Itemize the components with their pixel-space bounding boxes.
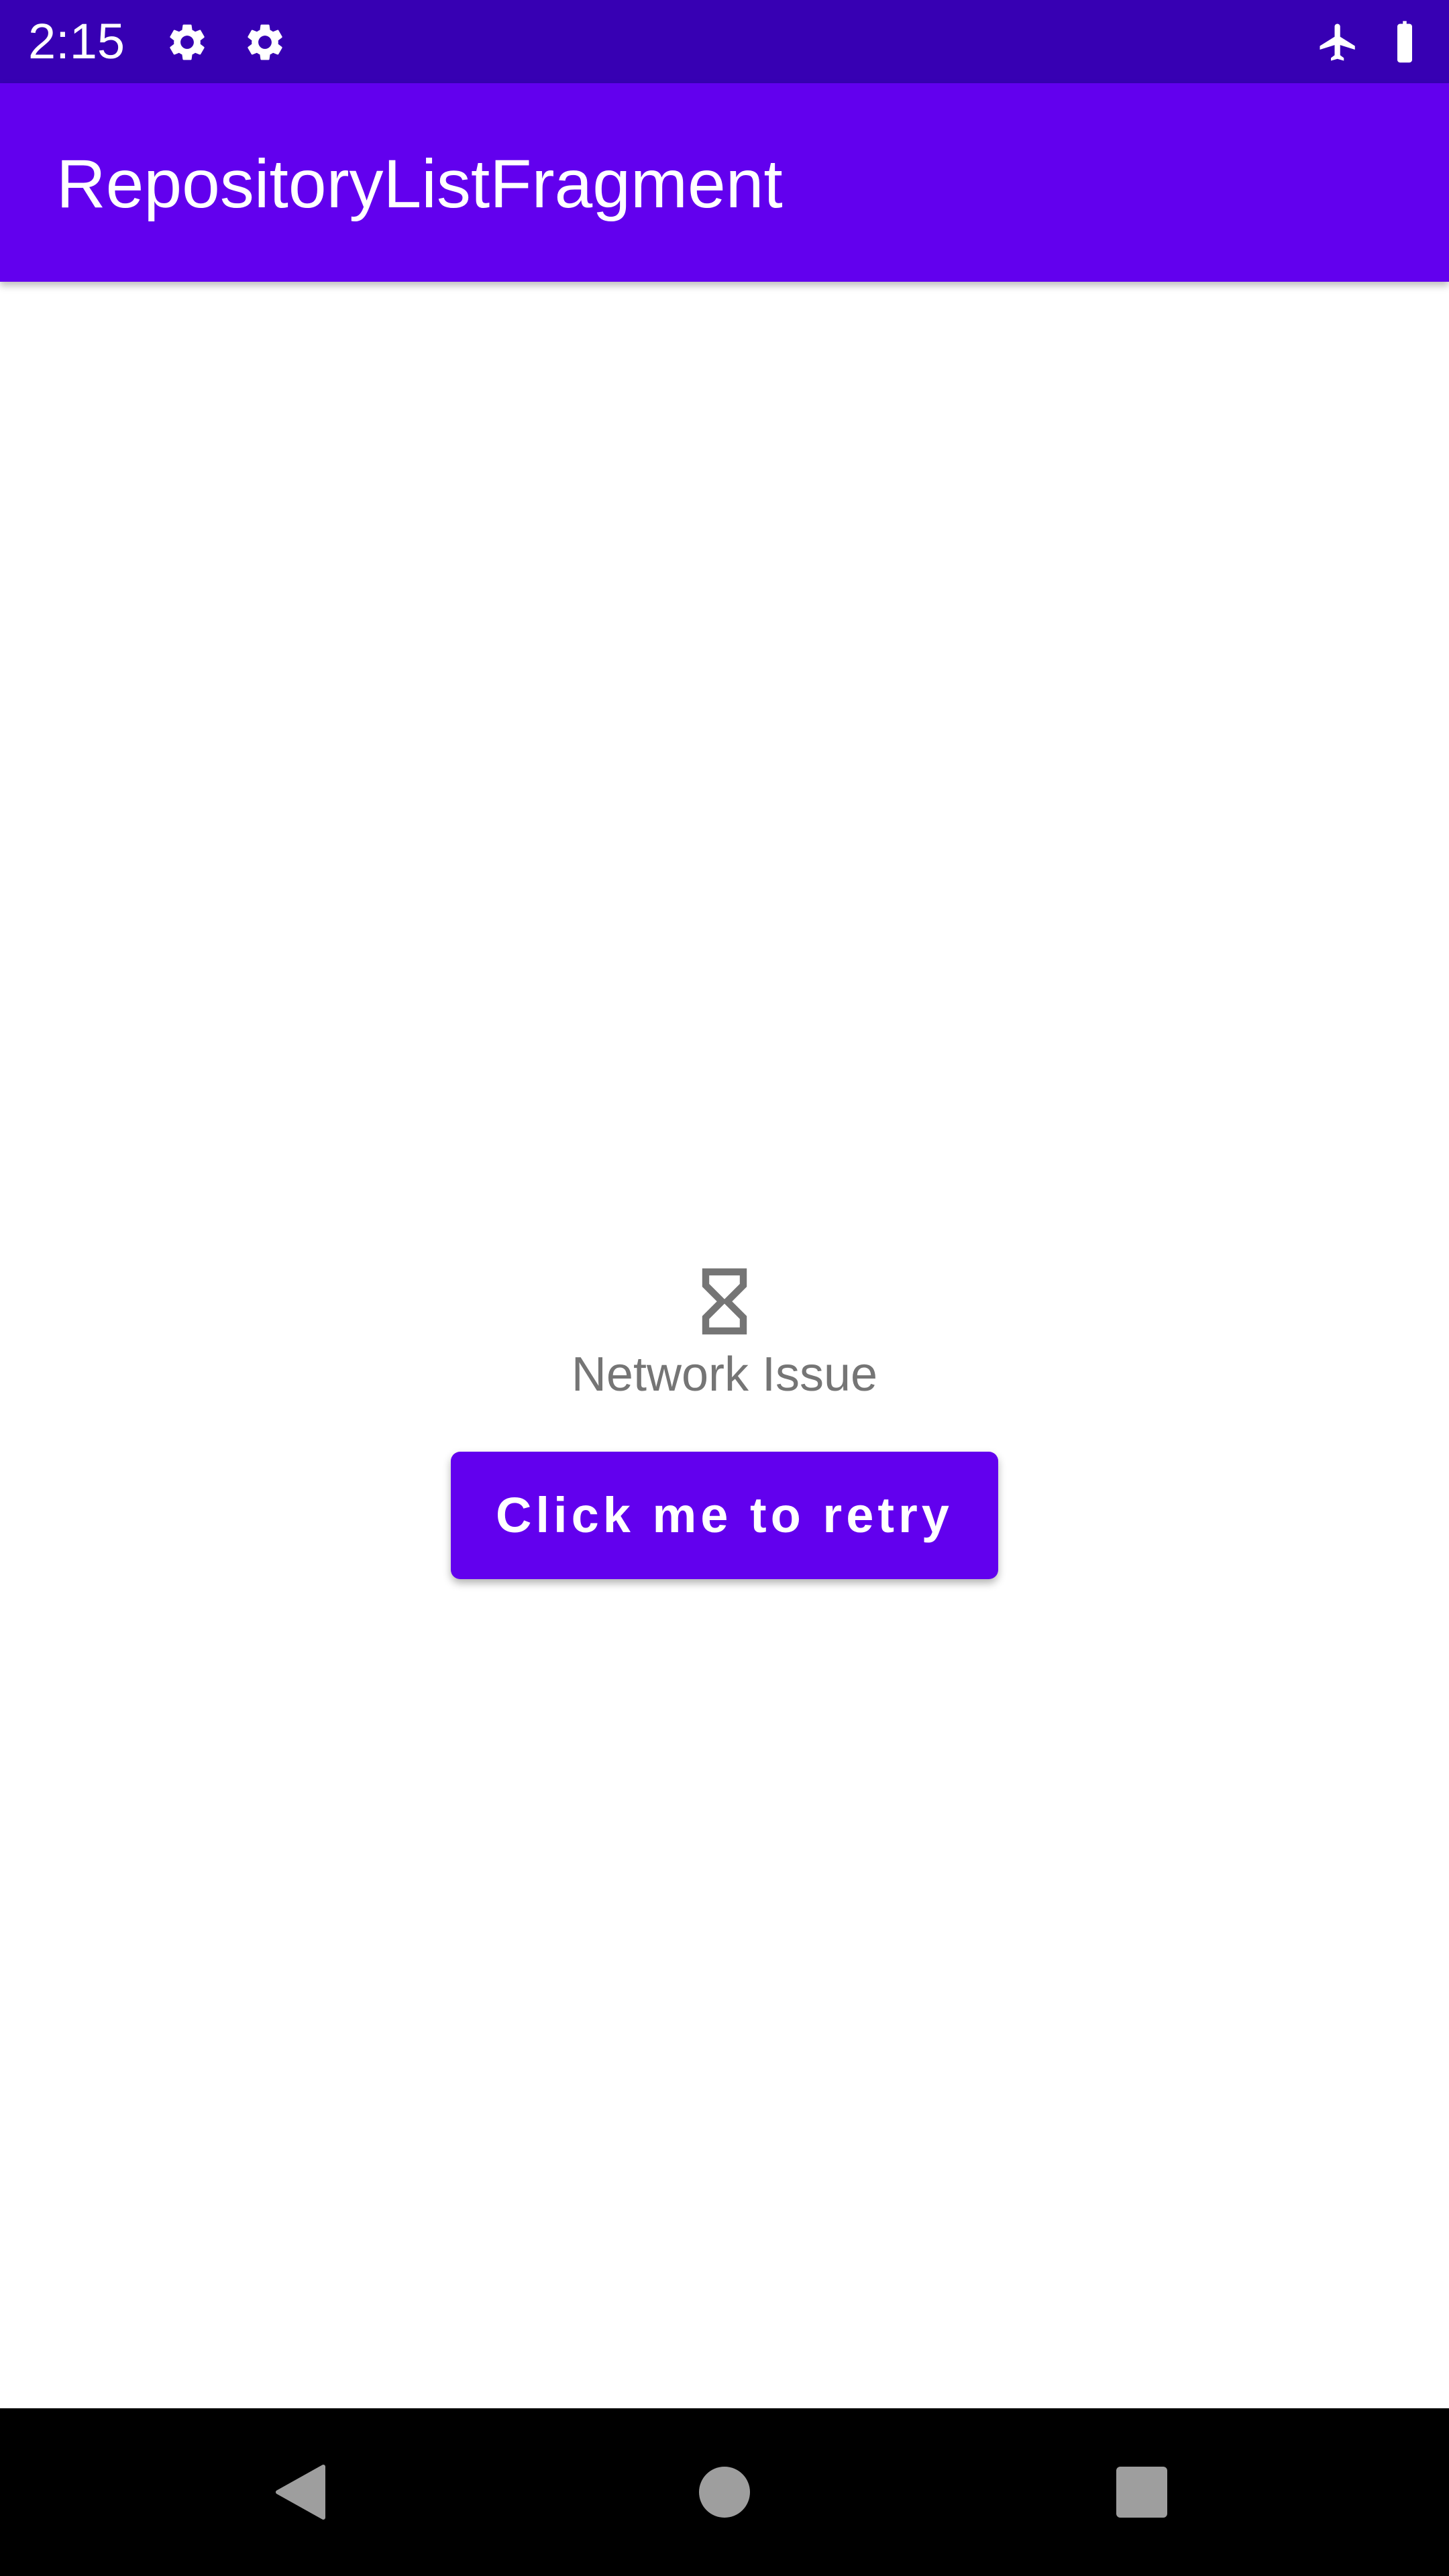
navigation-bar [0, 2408, 1449, 2576]
home-icon[interactable] [691, 2459, 758, 2526]
battery-icon [1385, 20, 1425, 64]
page-title: RepositoryListFragment [56, 146, 783, 222]
status-time: 2:15 [28, 13, 125, 69]
back-icon[interactable] [268, 2459, 335, 2526]
screen: 2:15 RepositoryListFragment Network Issu… [0, 0, 1449, 2576]
error-message: Network Issue [571, 1348, 878, 1401]
airplane-icon [1316, 20, 1360, 64]
recents-icon[interactable] [1108, 2459, 1175, 2526]
gear-icon [243, 20, 287, 64]
app-bar: RepositoryListFragment [0, 83, 1449, 282]
retry-button[interactable]: Click me to retry [451, 1452, 998, 1579]
gear-icon [165, 20, 209, 64]
status-bar: 2:15 [0, 0, 1449, 83]
content-area: Network Issue Click me to retry [0, 282, 1449, 2408]
hourglass-icon [698, 1267, 751, 1336]
